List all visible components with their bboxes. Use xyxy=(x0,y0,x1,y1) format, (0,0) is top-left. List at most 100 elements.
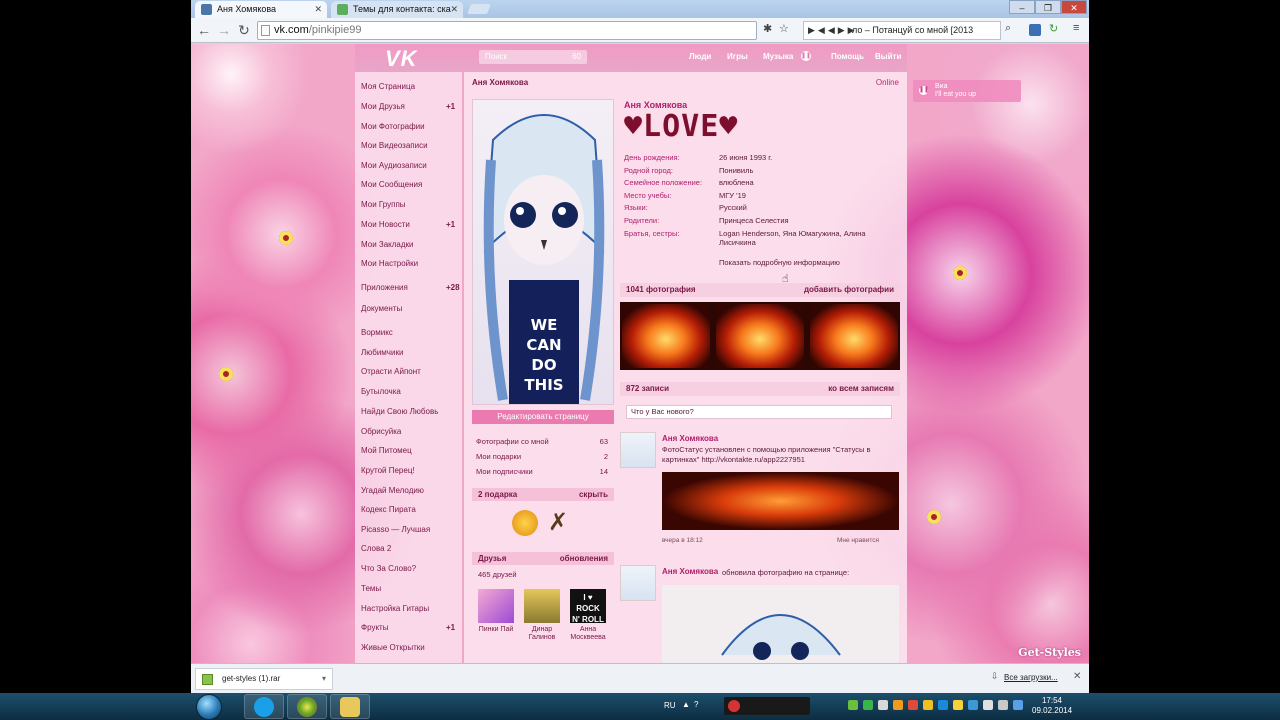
friend-card[interactable]: Пинки Пай xyxy=(478,589,514,634)
post-image[interactable] xyxy=(662,585,899,663)
sidebar-item[interactable]: Угадай Мелодию xyxy=(361,486,424,495)
gift-bow-icon[interactable]: ✗ xyxy=(548,508,570,538)
bookmark-star-icon[interactable]: ☆ xyxy=(779,22,789,35)
sidebar-item[interactable]: Найди Свою Любовь xyxy=(361,407,438,416)
edit-page-button[interactable]: Редактировать страницу xyxy=(472,410,614,424)
friend-card[interactable]: Динар Галинов xyxy=(524,589,560,642)
maximize-button[interactable]: ❐ xyxy=(1035,0,1061,14)
reload-icon[interactable]: ↻ xyxy=(235,22,253,39)
friend-card[interactable]: I ♥ ROCK N' ROLL Анна Москвеева xyxy=(570,589,606,642)
close-tab-icon[interactable]: ✕ xyxy=(450,1,458,17)
minimize-button[interactable]: – xyxy=(1009,0,1035,14)
sidebar-item[interactable]: Мои Фотографии xyxy=(361,122,425,131)
like-button[interactable]: Мне нравится xyxy=(837,537,879,544)
post-image[interactable] xyxy=(662,472,899,530)
sidebar-item[interactable]: Документы xyxy=(361,304,402,313)
tray-app-icon[interactable] xyxy=(953,700,963,710)
photo-status[interactable]: ♥LOVE♥ xyxy=(624,112,850,142)
tray-app-icon[interactable] xyxy=(968,700,978,710)
player-controls-icon[interactable]: ▶◀◀▶▶ xyxy=(808,22,858,39)
add-photos-link[interactable]: добавить фотографии xyxy=(804,283,894,297)
info-relationship[interactable]: влюблена xyxy=(719,178,884,187)
tray-app-icon[interactable] xyxy=(938,700,948,710)
pause-icon[interactable]: ❚❚ xyxy=(801,51,811,61)
sidebar-item[interactable]: Что За Слово? xyxy=(361,564,416,573)
gifts-header[interactable]: 2 подарка скрыть xyxy=(472,488,614,501)
tab-profile[interactable]: Аня Хомякова ✕ xyxy=(195,1,327,18)
gift-bouquet-icon[interactable] xyxy=(512,510,538,536)
info-education[interactable]: МГУ '19 xyxy=(719,191,884,200)
sidebar-item[interactable]: Крутой Перец! xyxy=(361,466,415,475)
search-icon[interactable]: ⌕ xyxy=(1005,22,1011,35)
post-author[interactable]: Аня Хомякова xyxy=(662,567,718,576)
record-icon[interactable] xyxy=(728,700,740,712)
sidebar-item[interactable]: Настройка Гитары xyxy=(361,604,429,613)
info-languages[interactable]: Русский xyxy=(719,203,884,212)
sidebar-item[interactable]: Обрисуйка xyxy=(361,427,401,436)
sidebar-item[interactable]: Мои Закладки xyxy=(361,240,414,249)
taskbar-skype[interactable] xyxy=(244,694,284,719)
menu-icon[interactable]: ≡ xyxy=(1073,22,1079,34)
nav-people[interactable]: Люди xyxy=(689,52,711,61)
photo-thumb[interactable] xyxy=(622,304,710,368)
sidebar-item[interactable]: Мои Аудиозаписи xyxy=(361,161,427,170)
all-downloads-link[interactable]: Все загрузки... xyxy=(1004,673,1058,682)
sidebar-item[interactable]: Мой Питомец xyxy=(361,446,412,455)
sidebar-item[interactable]: Приложения +28 xyxy=(361,283,460,292)
taskbar-explorer[interactable] xyxy=(330,694,370,719)
info-parents[interactable]: Принцеса Селестия xyxy=(719,216,884,225)
tray-app-icon[interactable] xyxy=(1013,700,1023,710)
nav-music[interactable]: Музыка xyxy=(763,52,793,61)
sidebar-item[interactable]: Мои Новости +1 xyxy=(361,220,455,229)
taskbar-browser[interactable] xyxy=(287,694,327,719)
tray-app-icon[interactable] xyxy=(848,700,858,710)
tray-app-icon[interactable] xyxy=(863,700,873,710)
sidebar-item[interactable]: Мои Видеозаписи xyxy=(361,141,428,150)
sidebar-item[interactable]: Темы xyxy=(361,584,381,593)
info-birthday[interactable]: 26 июня 1993 г. xyxy=(719,153,884,162)
post-date[interactable]: вчера в 18:12 xyxy=(662,537,703,544)
photos-header[interactable]: 1041 фотография добавить фотографии xyxy=(620,283,900,297)
tray-app-icon[interactable] xyxy=(908,700,918,710)
sidebar-item[interactable]: Моя Страница xyxy=(361,82,415,91)
download-item[interactable]: get-styles (1).rar ▾ xyxy=(195,668,333,690)
search-go-button[interactable]: 60 xyxy=(572,50,581,64)
info-siblings[interactable]: Logan Henderson, Яна Юмагужина, Алина Ли… xyxy=(719,229,884,247)
stat-followers[interactable]: Мои подписчики 14 xyxy=(476,467,608,476)
nav-games[interactable]: Игры xyxy=(727,52,748,61)
tab-themes[interactable]: Темы для контакта: ска ✕ xyxy=(331,1,463,18)
profile-avatar[interactable]: WE CAN DO THIS xyxy=(472,99,614,405)
sidebar-item[interactable]: Мои Группы xyxy=(361,200,406,209)
stat-photos-with-me[interactable]: Фотографии со мной 63 xyxy=(476,437,608,446)
tray-app-icon[interactable] xyxy=(923,700,933,710)
close-tab-icon[interactable]: ✕ xyxy=(314,1,322,17)
extension-badge-icon[interactable] xyxy=(1029,24,1041,36)
nav-logout[interactable]: Выйти xyxy=(875,52,901,61)
tray-chevron-icon[interactable]: ▲ xyxy=(682,700,690,709)
stat-gifts[interactable]: Мои подарки 2 xyxy=(476,452,608,461)
sidebar-item[interactable]: Мои Настройки xyxy=(361,259,418,268)
close-window-button[interactable]: ✕ xyxy=(1061,0,1087,14)
sidebar-item[interactable]: Бутылочка xyxy=(361,387,401,396)
sidebar-item[interactable]: Мои Друзья +1 xyxy=(361,102,455,111)
show-more-info-link[interactable]: Показать подробную информацию xyxy=(719,258,840,267)
extension-icon[interactable]: ✱ xyxy=(763,22,772,35)
clock[interactable]: 17:54 09.02.2014 xyxy=(1032,696,1072,716)
info-hometown[interactable]: Понивиль xyxy=(719,166,884,175)
photo-thumb[interactable] xyxy=(716,304,804,368)
nav-help[interactable]: Помощь xyxy=(831,52,864,61)
network-icon[interactable] xyxy=(983,700,993,710)
new-post-input[interactable]: Что у Вас нового? xyxy=(626,405,892,419)
vk-search-input[interactable]: Поиск 60 xyxy=(479,50,587,64)
wall-header[interactable]: 872 записи ко всем записям xyxy=(620,382,900,396)
sidebar-item[interactable]: Фрукты +1 xyxy=(361,623,455,632)
sidebar-item[interactable]: Отрасти Айпонт xyxy=(361,367,421,376)
post-avatar[interactable] xyxy=(620,565,656,601)
tray-app-icon[interactable] xyxy=(893,700,903,710)
chevron-down-icon[interactable]: ▾ xyxy=(322,669,326,689)
new-tab-button[interactable] xyxy=(467,4,491,14)
recorder-toolbar[interactable] xyxy=(724,697,810,715)
music-player-extension[interactable]: ▶◀◀▶▶ ло – Потанцуй со мной [2013 xyxy=(803,21,1001,40)
volume-icon[interactable] xyxy=(998,700,1008,710)
sync-icon[interactable]: ↻ xyxy=(1049,22,1058,35)
